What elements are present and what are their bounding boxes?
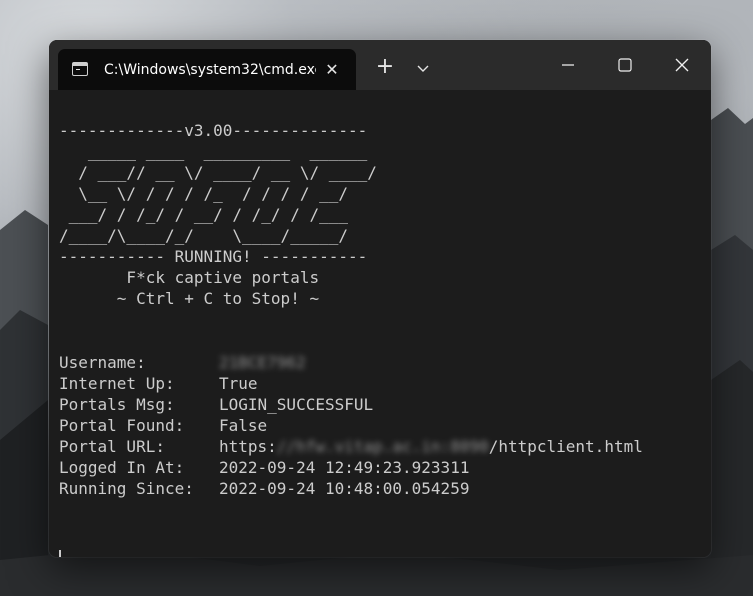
ascii-art-line: / ___// __ \/ ____/ __ \/ ____/ (59, 163, 377, 182)
text-cursor (59, 550, 61, 557)
portal-msg-label: Portals Msg: (59, 395, 175, 414)
terminal-window: C:\Windows\system32\cmd.exe ✕ + --------… (49, 40, 711, 557)
url-prefix: https: (219, 437, 277, 456)
info-row-internet: Internet Up: True (59, 373, 258, 394)
ascii-art-line: ___/ / /_/ / __/ / /_/ / /___ (59, 205, 348, 224)
chevron-down-icon[interactable] (412, 58, 434, 78)
plus-icon[interactable]: + (374, 56, 396, 78)
ascii-art-line: /____/\____/_/ \____/_____/ (59, 226, 348, 245)
stop-hint: ~ Ctrl + C to Stop! ~ (59, 289, 320, 308)
maximize-button[interactable] (605, 50, 645, 80)
info-row-username: Username: 21BCE7962 (59, 352, 306, 373)
url-host: //hfw.vitap.ac.in:8090 (276, 437, 489, 456)
info-row-portal-found: Portal Found: False (59, 415, 267, 436)
banner: -------------v3.00-------------- _____ _… (59, 120, 377, 309)
version-line: -------------v3.00-------------- (59, 121, 368, 140)
username-label: Username: (59, 353, 146, 372)
tab-title: C:\Windows\system32\cmd.exe (104, 62, 316, 78)
minimize-button[interactable] (548, 50, 588, 80)
portal-msg-value: LOGIN_SUCCESSFUL (219, 395, 374, 414)
portal-found-value: False (219, 416, 268, 435)
terminal-output[interactable]: -------------v3.00-------------- _____ _… (49, 90, 711, 557)
info-row-logged-in: Logged In At: 2022-09-24 12:49:23.923311 (59, 457, 469, 478)
portal-found-label: Portal Found: (59, 416, 185, 435)
command-prompt-icon (72, 62, 88, 76)
status-info: Username: 21BCE7962 Internet Up: True Po… (59, 352, 643, 499)
title-bar: C:\Windows\system32\cmd.exe ✕ + (49, 40, 711, 90)
url-path: /httpclient.html (488, 437, 643, 456)
maximize-icon (618, 58, 632, 72)
ascii-art-line: \__ \/ / / / /_ / / / / __/ (59, 184, 348, 203)
close-window-button[interactable] (662, 50, 702, 80)
portal-url-value: https://hfw.vitap.ac.in:8090/httpclient.… (219, 436, 643, 457)
logged-in-value: 2022-09-24 12:49:23.923311 (219, 458, 470, 477)
running-since-value: 2022-09-24 10:48:00.054259 (219, 479, 470, 498)
username-value: 21BCE7962 (219, 353, 306, 372)
info-row-portal-msg: Portals Msg: LOGIN_SUCCESSFUL (59, 394, 373, 415)
tagline: F*ck captive portals (59, 268, 320, 287)
close-icon (675, 58, 689, 72)
logged-in-label: Logged In At: (59, 458, 185, 477)
minimize-icon (562, 64, 574, 66)
tab-cmd[interactable]: C:\Windows\system32\cmd.exe ✕ (58, 49, 356, 90)
info-row-portal-url: Portal URL: https://hfw.vitap.ac.in:8090… (59, 436, 643, 457)
running-since-label: Running Since: (59, 479, 194, 498)
status-line: ----------- RUNNING! ----------- (59, 247, 368, 266)
close-tab-icon[interactable]: ✕ (322, 60, 342, 80)
internet-up-value: True (219, 374, 258, 393)
info-row-running-since: Running Since: 2022-09-24 10:48:00.05425… (59, 478, 469, 499)
ascii-art-line: _____ ____ _________ ______ (59, 142, 368, 161)
portal-url-label: Portal URL: (59, 437, 165, 456)
internet-up-label: Internet Up: (59, 374, 175, 393)
